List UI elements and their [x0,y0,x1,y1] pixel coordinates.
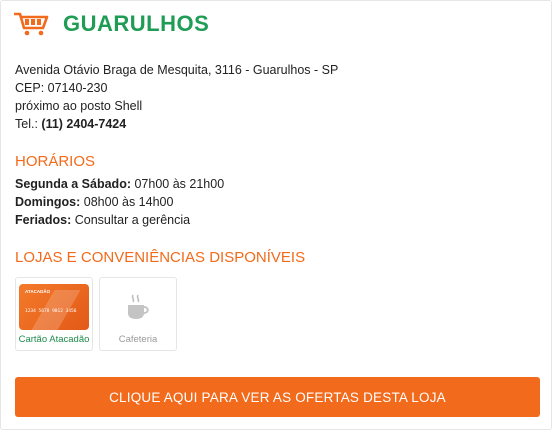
store-header: GUARULHOS [13,11,209,37]
hours-list: Segunda a Sábado: 07h00 às 21h00 Domingo… [15,175,224,229]
cep-line: CEP: 07140-230 [15,81,108,95]
hours-row-label: Domingos: [15,195,81,209]
card-number-text: 1234 5678 9012 3456 [25,309,77,314]
address-line: Avenida Otávio Braga de Mesquita, 3116 -… [15,63,339,77]
service-tile-cartao-atacadao[interactable]: ATACADÃO 1234 5678 9012 3456 Cartão Atac… [15,277,93,351]
hours-row-label: Segunda a Sábado: [15,177,131,191]
hours-row-value: 07h00 às 21h00 [134,177,225,191]
phone-label: Tel.: [15,117,38,131]
credit-card-icon: ATACADÃO 1234 5678 9012 3456 [19,284,89,330]
shopping-cart-icon [14,12,49,36]
store-name: GUARULHOS [63,11,210,36]
card-brand-text: ATACADÃO [25,289,51,294]
service-tile-label: Cafeteria [118,334,158,345]
services-tiles: ATACADÃO 1234 5678 9012 3456 Cartão Atac… [15,277,177,351]
view-offers-button[interactable]: CLIQUE AQUI PARA VER AS OFERTAS DESTA LO… [15,377,540,417]
hours-row: Domingos: 08h00 às 14h00 [15,193,224,211]
hours-title: HORÁRIOS [15,153,96,170]
store-address-block: Avenida Otávio Braga de Mesquita, 3116 -… [15,61,338,133]
services-title: LOJAS E CONVENIÊNCIAS DISPONÍVEIS [15,249,306,266]
reference-line: próximo ao posto Shell [15,99,143,113]
phone-line: Tel.: (11) 2404-7424 [15,115,338,133]
hours-row: Segunda a Sábado: 07h00 às 21h00 [15,175,224,193]
hours-row-label: Feriados: [15,213,72,227]
service-tile-cafeteria[interactable]: Cafeteria [99,277,177,351]
store-card: GUARULHOS Avenida Otávio Braga de Mesqui… [0,0,552,430]
phone-number[interactable]: (11) 2404-7424 [41,117,126,131]
service-tile-label: Cartão Atacadão [18,334,90,345]
hours-row-value: Consultar a gerência [74,213,191,227]
coffee-cup-icon [128,294,149,319]
hours-row: Feriados: Consultar a gerência [15,211,224,229]
hours-row-value: 08h00 às 14h00 [83,195,174,209]
